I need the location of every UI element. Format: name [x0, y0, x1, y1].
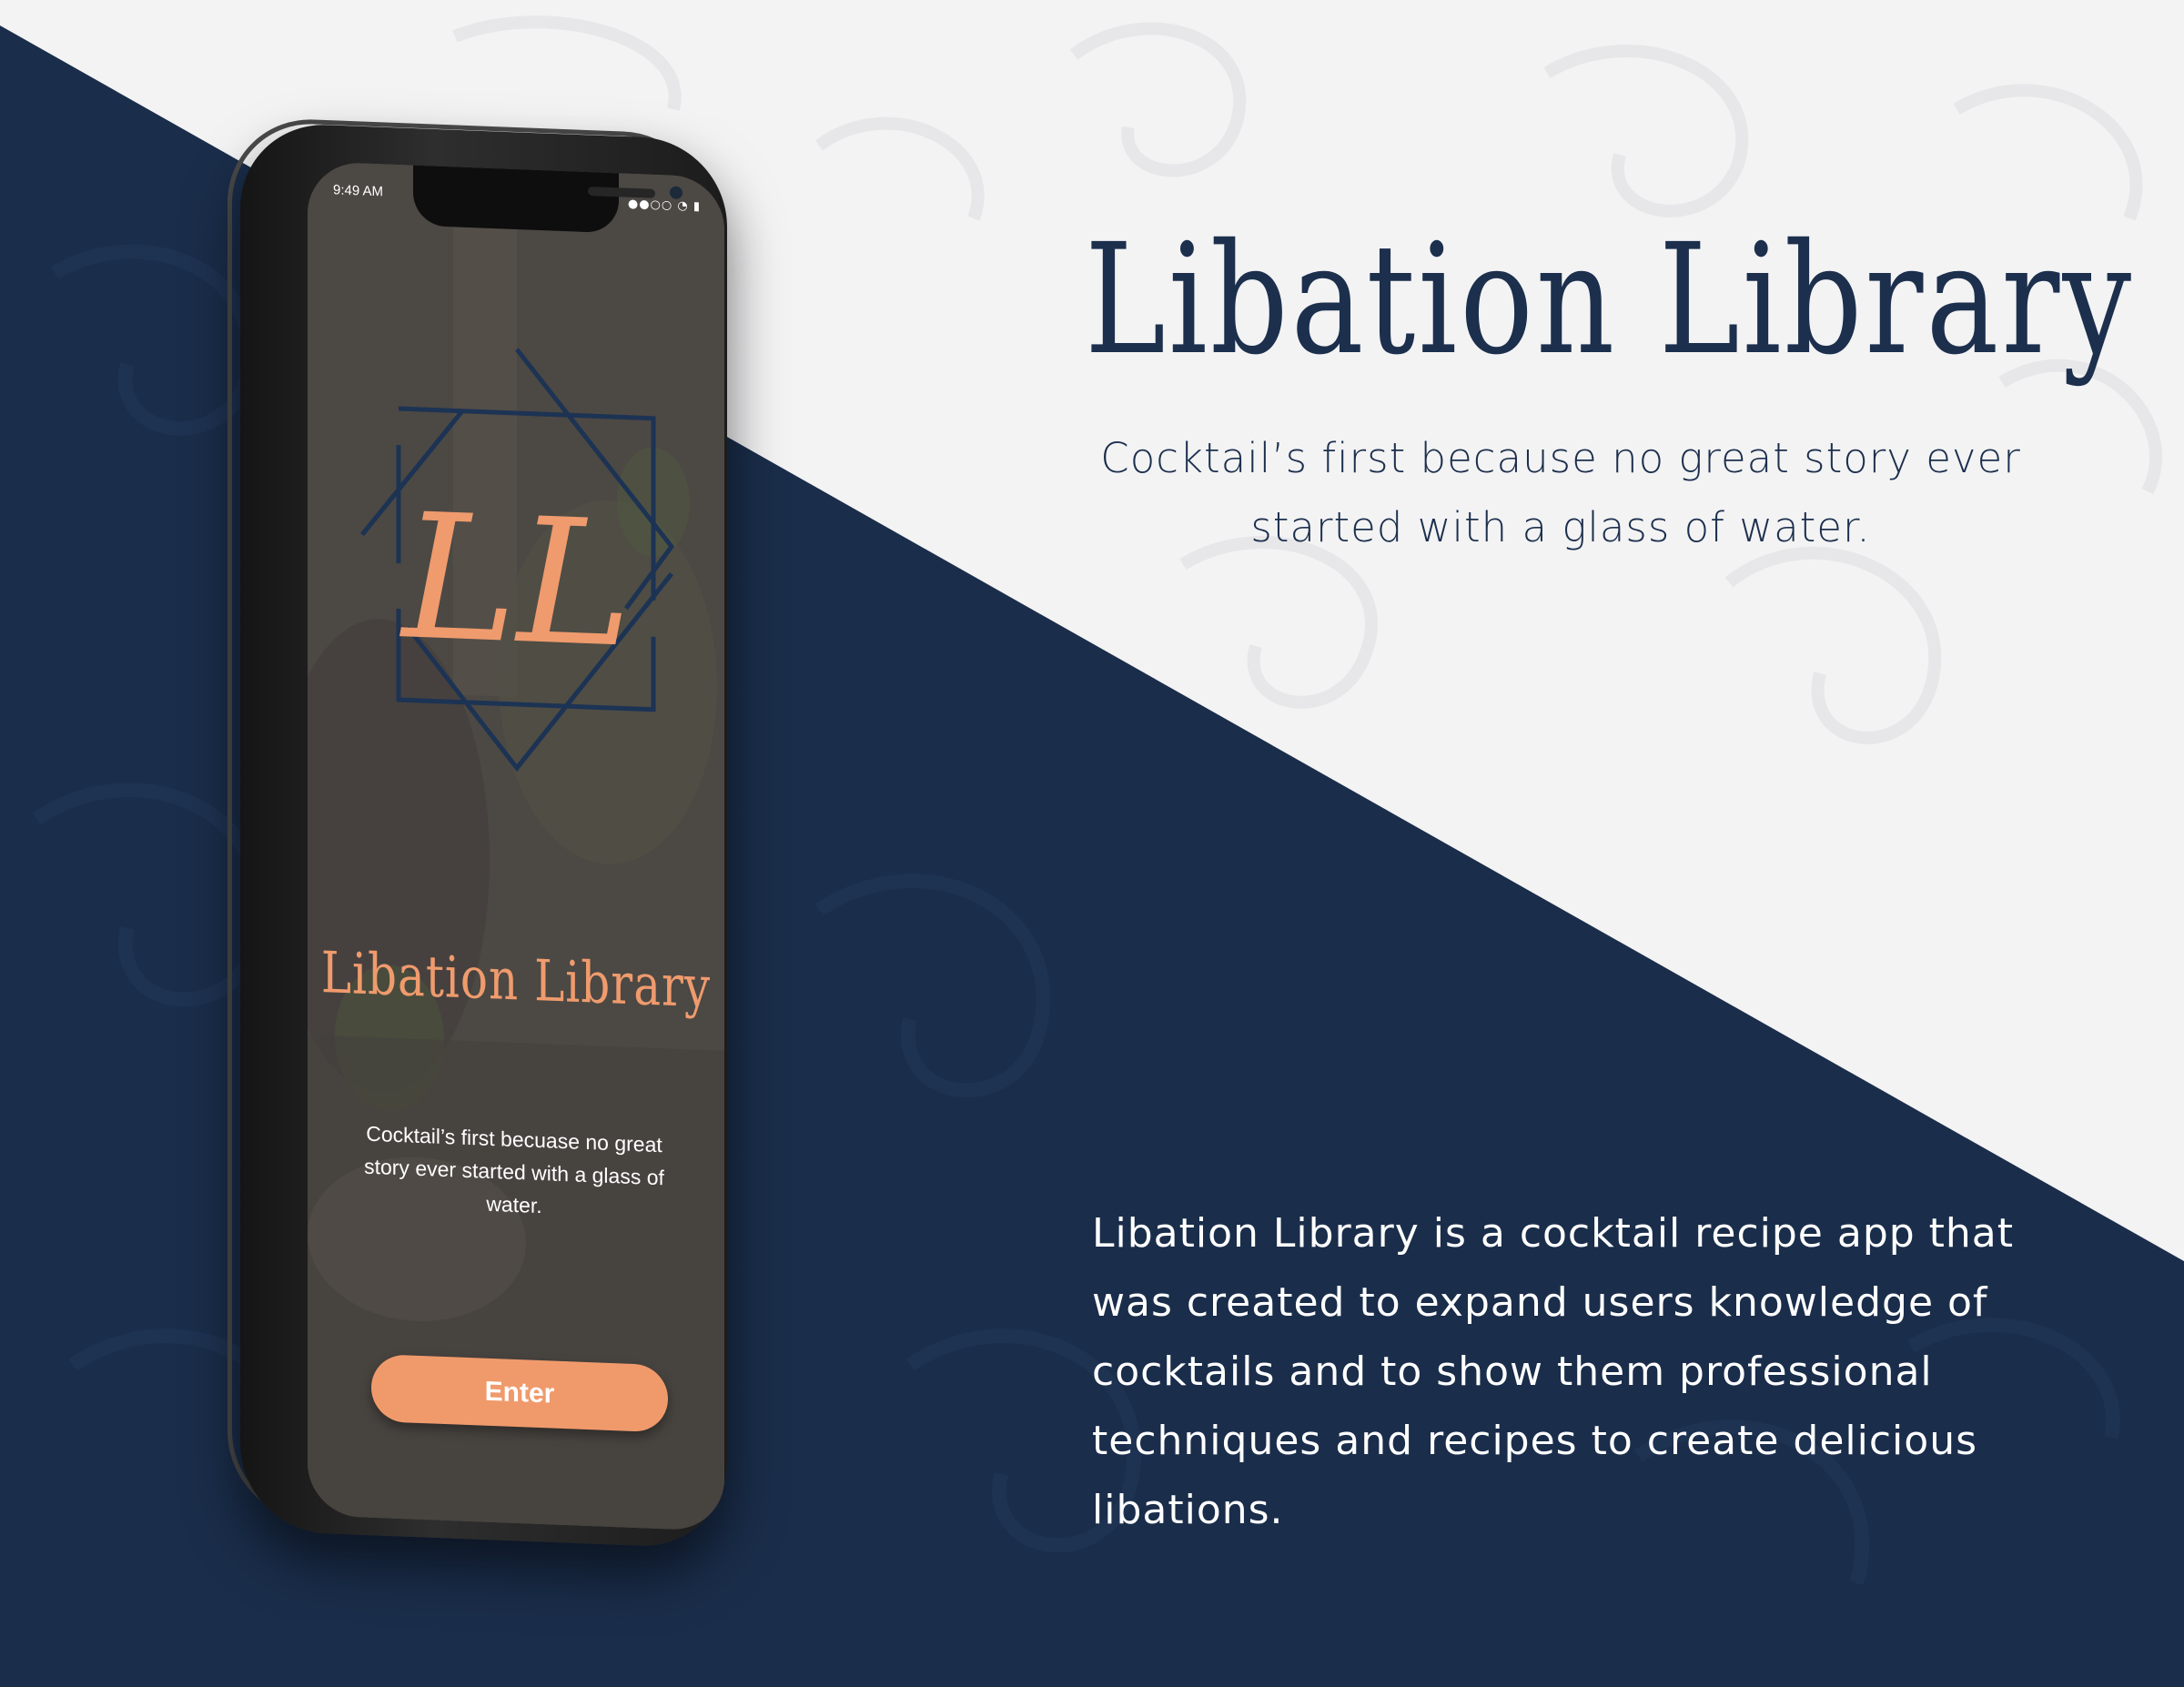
headline-tagline: Cocktail’s first because no great story …: [1100, 434, 2021, 551]
headline-title: Libation Library: [1085, 211, 2135, 389]
status-bar-icons: ●●○○ ◔ ▮: [627, 197, 701, 214]
front-camera-icon: [670, 186, 682, 200]
app-description: Libation Library is a cocktail recipe ap…: [1092, 1210, 2015, 1533]
phone-notch: [413, 161, 682, 234]
enter-button[interactable]: Enter: [371, 1353, 668, 1433]
speaker-grille: [588, 187, 655, 198]
logo-letters: LL: [399, 476, 632, 686]
status-bar-time: 9:49 AM: [333, 182, 384, 200]
app-tagline: Cocktail’s first becuase no great story …: [364, 1121, 664, 1218]
phone-screen: 9:49 AM ●●○○ ◔ ▮ LL Libation Library Coc…: [308, 161, 724, 1531]
phone-mockup: 9:49 AM ●●○○ ◔ ▮ LL Libation Library Coc…: [228, 116, 755, 1556]
libation-library-logo: LL: [360, 348, 675, 773]
